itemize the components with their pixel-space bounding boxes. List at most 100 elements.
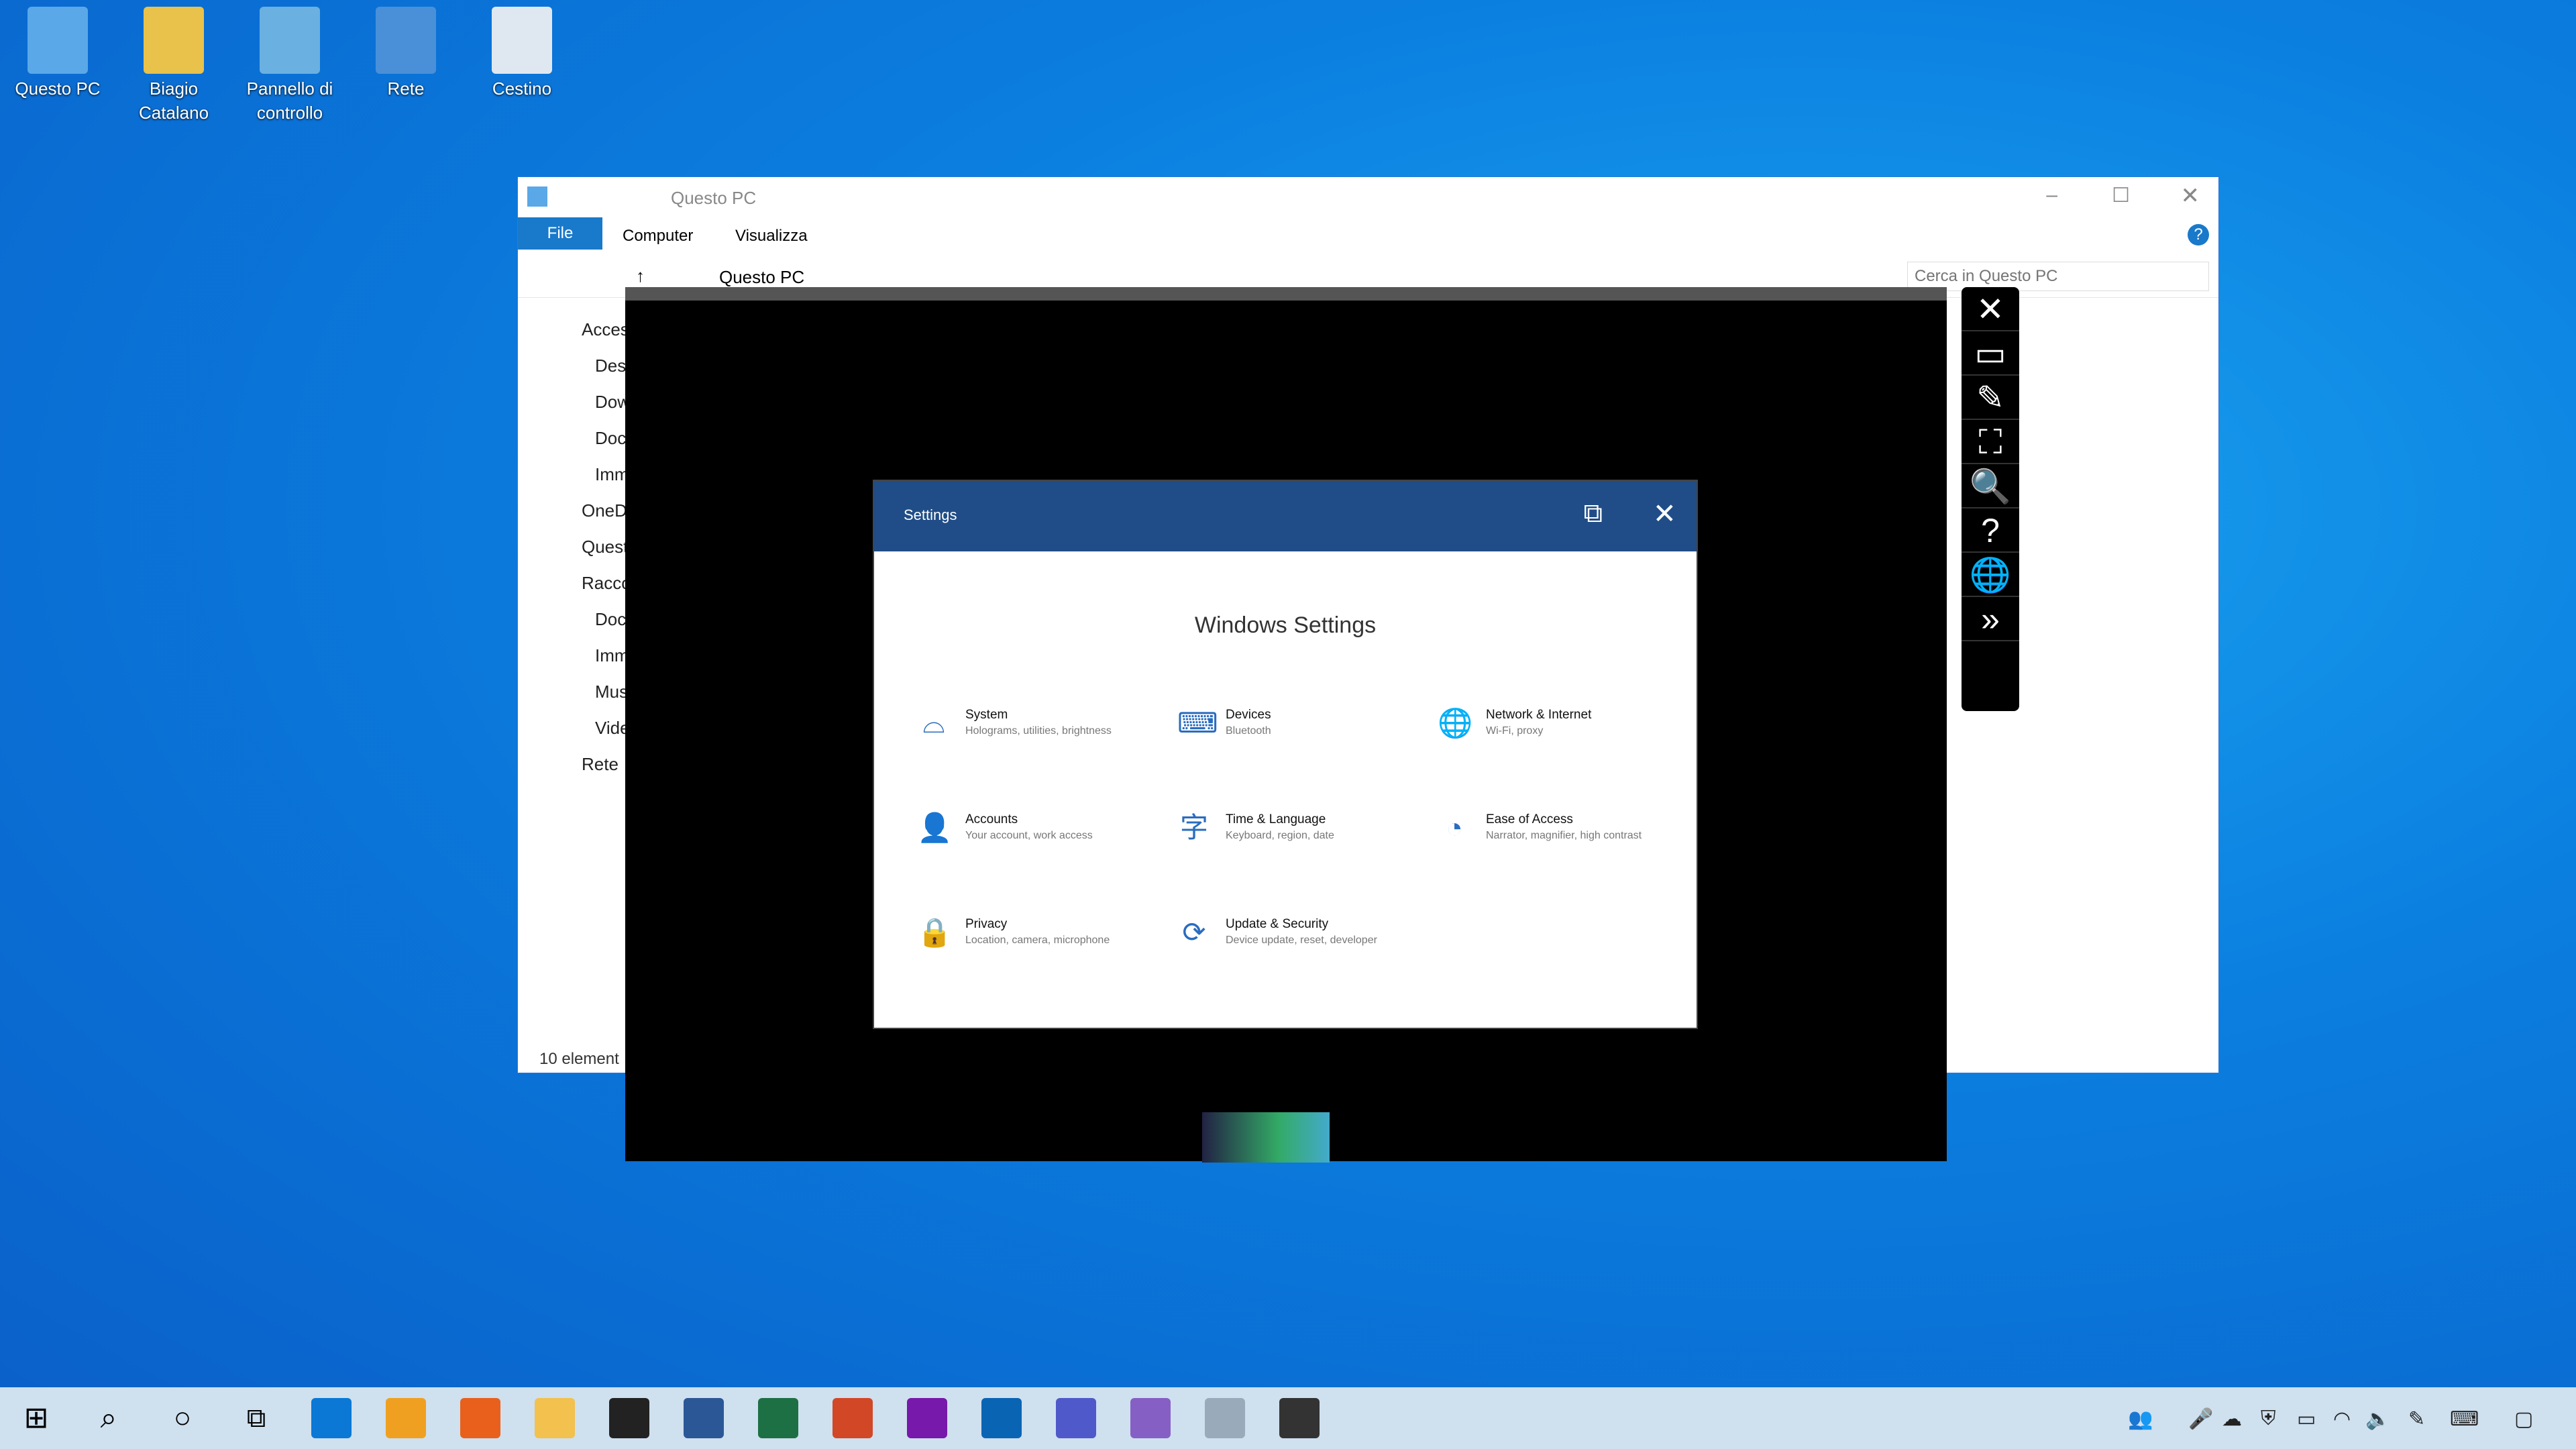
desktop-icon-label: Biagio Catalano [138,78,209,123]
mixed-reality-taskbar-icon[interactable] [1205,1398,1245,1438]
settings-category-title: Network & Internet [1486,708,1592,722]
excel-taskbar-icon[interactable] [758,1398,798,1438]
desktop-icon-label: Questo PC [15,78,101,99]
edge-can-taskbar-icon[interactable] [386,1398,426,1438]
desktop-icon[interactable]: Cestino [468,0,576,101]
desktop-icon[interactable]: Biagio Catalano [120,0,227,125]
wifi-icon[interactable]: ◠ [2333,1407,2351,1431]
start-icon[interactable]: ⊞ [16,1398,56,1438]
toolbar-button[interactable]: » [1962,597,2019,641]
keyboard-icon[interactable]: ⌨ [2450,1407,2479,1431]
desktop-icon[interactable]: Pannello di controllo [236,0,343,125]
settings-category[interactable]: 👤 Accounts Your account, work access [917,811,1172,843]
nav-item[interactable]: Mus [518,674,625,710]
nav-item[interactable]: Imm [518,456,625,492]
settings-category-desc: Bluetooth [1226,725,1271,737]
mixed-reality-logo [1202,1112,1330,1163]
maximize-button[interactable]: ☐ [2112,184,2130,207]
quick-access-toolbar-icon[interactable] [527,186,547,207]
outlook-taskbar-icon[interactable] [981,1398,1022,1438]
tab-computer[interactable]: Computer [623,227,693,246]
nav-item[interactable]: Imm [518,637,625,674]
onenote-taskbar-icon[interactable] [907,1398,947,1438]
settings-category[interactable]: 🔒 Privacy Location, camera, microphone [917,916,1172,948]
battery-icon[interactable]: ▭ [2297,1407,2316,1431]
microphone-icon[interactable]: 🎤 [2188,1407,2213,1431]
settings-category-desc: Holograms, utilities, brightness [965,725,1112,737]
settings-heading: Windows Settings [1194,612,1377,638]
settings-category-desc: Keyboard, region, date [1226,830,1334,841]
viewer-toolbar: ✕ ▭ ✎ ⛶ 🔍? 🌐» [1962,287,2019,711]
restore-icon[interactable]: ⧉ [1583,498,1603,529]
settings-window[interactable]: Settings ⧉ ✕ Windows Settings ⌓ System Hol… [873,480,1698,1029]
nav-item[interactable]: Racco [518,565,625,601]
tab-file[interactable]: File [518,217,602,250]
toolbar-button[interactable]: ✎ [1962,376,2019,420]
settings-category[interactable]: ⌓ System Holograms, utilities, brightness [917,706,1172,739]
nav-item[interactable]: Rete [518,746,625,782]
security-icon[interactable]: ⛨ [2261,1407,2276,1430]
toolbar-button[interactable]: ⛶ [1962,420,2019,464]
desktop-icon[interactable]: Rete [352,0,460,101]
people-icon[interactable]: 👥 [2128,1407,2153,1431]
search-icon[interactable]: ⌕ [89,1398,129,1438]
teams-taskbar-icon[interactable] [1056,1398,1096,1438]
settings-category[interactable]: 字 Time & Language Keyboard, region, date [1177,811,1432,843]
cortana-icon[interactable]: ○ [162,1398,203,1438]
settings-close-icon[interactable]: ✕ [1653,497,1676,530]
settings-category-desc: Narrator, magnifier, high contrast [1486,830,1642,841]
settings-category-icon: ◔ [1446,812,1463,843]
settings-category-desc: Your account, work access [965,830,1093,841]
nav-item[interactable]: Dow [518,384,625,420]
settings-category-icon: ⟳ [1182,916,1206,948]
toolbar-button[interactable]: 🌐 [1962,553,2019,597]
nav-item[interactable]: OneD [518,492,625,529]
settings-category[interactable]: ⟳ Update & Security Device update, reset, … [1177,916,1432,948]
onedrive-icon[interactable]: ☁ [2222,1407,2242,1431]
store-taskbar-icon[interactable] [609,1398,649,1438]
help-icon[interactable]: ? [2188,224,2209,246]
desktop-icon-graphic [376,7,436,74]
search-input[interactable] [1907,262,2209,291]
toolbar-button[interactable]: ▭ [1962,331,2019,376]
powerpoint-taskbar-icon[interactable] [833,1398,873,1438]
toolbar-button[interactable]: ? [1962,508,2019,553]
toolbar-button[interactable]: 🔍 [1962,464,2019,508]
settings-category-title: Accounts [965,812,1018,826]
settings-category-title: Devices [1226,708,1271,722]
nav-item[interactable]: Quest [518,529,625,565]
settings-category-icon: 🌐 [1438,707,1473,739]
nav-item[interactable]: Doc [518,601,625,637]
nav-item[interactable]: Doc [518,420,625,456]
minimize-button[interactable]: – [2046,184,2057,207]
status-bar-count: 10 element [539,1050,619,1068]
nav-item[interactable]: Vide [518,710,625,746]
toolbar-button[interactable]: ✕ [1962,287,2019,331]
nav-item[interactable]: Acces [518,311,625,347]
settings-category-icon: 👤 [917,812,953,843]
close-button[interactable]: ✕ [2181,182,2200,209]
tab-visualizza[interactable]: Visualizza [735,227,808,246]
edge-taskbar-icon[interactable] [311,1398,352,1438]
firefox-taskbar-icon[interactable] [460,1398,500,1438]
settings-category[interactable]: ⌨ Devices Bluetooth [1177,706,1432,739]
nav-item[interactable]: Desk [518,347,625,384]
settings-category-desc: Location, camera, microphone [965,934,1110,946]
up-arrow-icon[interactable]: ↑ [636,266,645,286]
settings-category-title: Privacy [965,917,1008,931]
settings-category[interactable]: 🌐 Network & Internet Wi-Fi, proxy [1438,706,1693,739]
settings-category[interactable]: ◔ Ease of Access Narrator, magnifier, high… [1438,811,1693,843]
breadcrumb[interactable]: Questo PC [719,267,804,288]
navigation-pane: AccesDeskDowDocImmOneDQuestRaccoDocImmMu… [518,311,625,1046]
settings-category-title: Ease of Access [1486,812,1573,826]
task-view-icon[interactable]: ⧉ [236,1398,276,1438]
visual-studio-taskbar-icon[interactable] [1130,1398,1171,1438]
desktop-icon[interactable]: Questo PC [4,0,111,101]
volume-icon[interactable]: 🔈 [2365,1407,2390,1431]
settings-taskbar-icon[interactable] [1279,1398,1320,1438]
notifications-icon[interactable]: ▢ [2514,1407,2533,1431]
word-taskbar-icon[interactable] [684,1398,724,1438]
file-explorer-taskbar-icon[interactable] [535,1398,575,1438]
pen-icon[interactable]: ✎ [2408,1407,2425,1431]
taskbar: ⊞ ⌕ ○ ⧉ 👥 🎤 ☁ ⛨ ▭ ◠ 🔈 ✎ ⌨ ▢ [0,1387,2576,1449]
